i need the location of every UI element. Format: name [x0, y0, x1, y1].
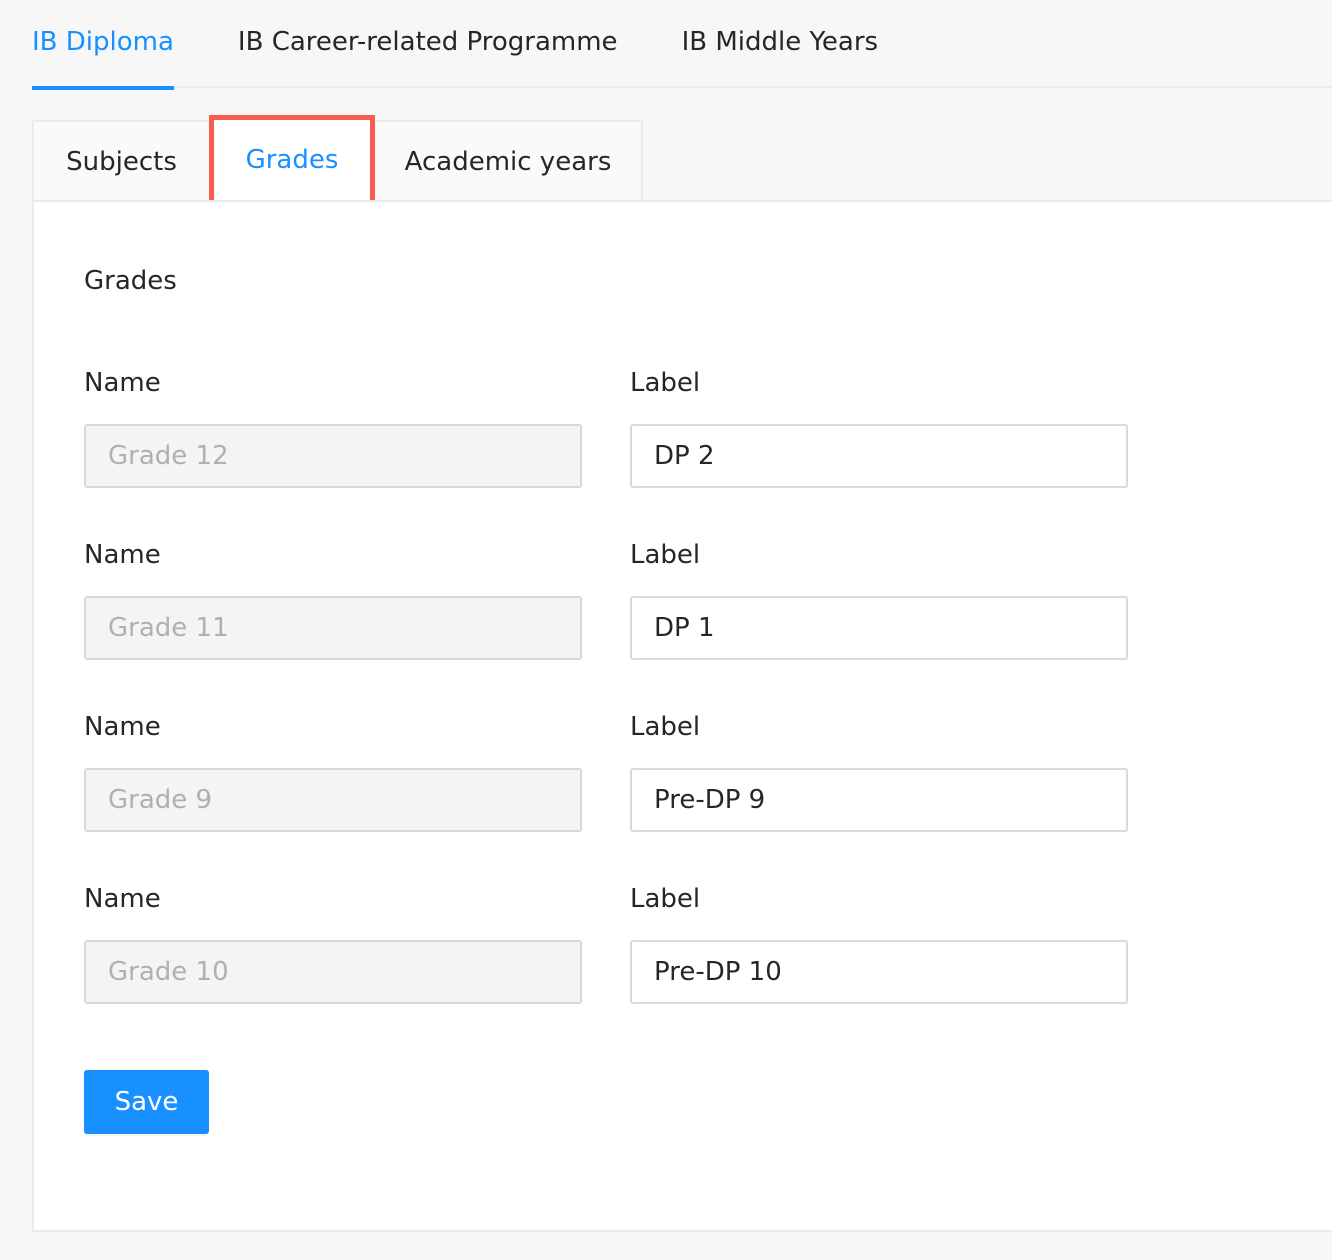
name-label: Name	[84, 540, 161, 570]
tab-academic-years[interactable]: Academic years	[375, 122, 641, 202]
grade-name-input	[84, 596, 582, 660]
label-label: Label	[630, 712, 701, 742]
grade-label-input[interactable]	[630, 768, 1128, 832]
grade-name-input	[84, 424, 582, 488]
name-label: Name	[84, 368, 161, 398]
save-button[interactable]: Save	[84, 1070, 209, 1134]
tab-ib-career-related-programme[interactable]: IB Career-related Programme	[238, 0, 618, 88]
label-label: Label	[630, 884, 701, 914]
label-label: Label	[630, 368, 701, 398]
name-label: Name	[84, 712, 161, 742]
grades-panel: Grades Name Label Name Label Name Label …	[32, 200, 1332, 1232]
grade-name-input	[84, 940, 582, 1004]
tab-ib-diploma[interactable]: IB Diploma	[32, 0, 174, 90]
tab-subjects[interactable]: Subjects	[34, 122, 209, 202]
label-label: Label	[630, 540, 701, 570]
section-tabs: Subjects Grades Academic years	[32, 115, 643, 205]
tab-ib-middle-years[interactable]: IB Middle Years	[682, 0, 879, 88]
grade-label-input[interactable]	[630, 596, 1128, 660]
grade-label-input[interactable]	[630, 424, 1128, 488]
grade-name-input	[84, 768, 582, 832]
grade-label-input[interactable]	[630, 940, 1128, 1004]
programme-tabs: IB Diploma IB Career-related Programme I…	[32, 0, 1332, 90]
name-label: Name	[84, 884, 161, 914]
tab-grades[interactable]: Grades	[209, 115, 375, 205]
section-title: Grades	[84, 266, 177, 296]
